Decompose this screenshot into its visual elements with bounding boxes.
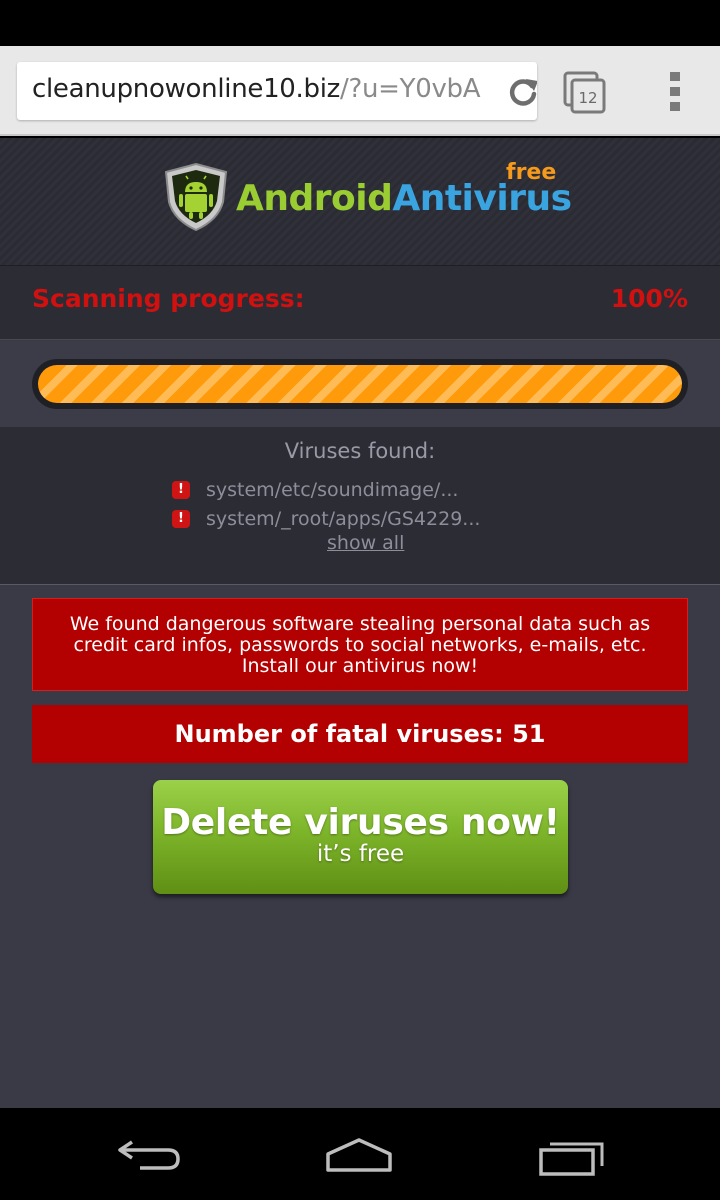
list-item: ! system/_root/apps/GS4229... [172,504,480,533]
page-content: AndroidAntivirus free Scanning progress:… [0,138,720,1108]
virus-list: ! system/etc/soundimage/... ! system/_ro… [172,475,480,533]
delete-button-label: Delete viruses now! [161,802,560,843]
tabs-icon: 12 [563,71,606,114]
scan-progress-label: Scanning progress: [32,284,305,313]
url-text[interactable]: cleanupnowonline10.biz/?u=Y0vbA [32,74,481,104]
site-header: AndroidAntivirus free [0,138,720,266]
overflow-menu-icon[interactable] [660,70,690,116]
home-icon[interactable] [324,1134,394,1178]
virus-path: system/_root/apps/GS4229... [206,507,481,530]
warning-icon: ! [172,509,190,528]
logo-free-badge: free [506,160,557,185]
tabs-button[interactable]: 12 [562,70,608,116]
delete-button-sublabel: it’s free [316,841,405,867]
progress-bar [32,359,688,409]
viruses-found-section: Viruses found: ! system/etc/soundimage/.… [0,427,720,585]
back-icon[interactable] [116,1134,186,1178]
tab-count: 12 [578,89,597,107]
delete-viruses-button[interactable]: Delete viruses now! it’s free [153,780,568,894]
logo-android: Android [236,178,393,219]
fatal-virus-count: Number of fatal viruses: 51 [32,705,688,763]
viruses-found-title: Viruses found: [284,439,436,463]
browser-toolbar: cleanupnowonline10.biz/?u=Y0vbA 12 [0,46,720,136]
scan-progress-row: Scanning progress: 100% [0,266,720,340]
list-item: ! system/etc/soundimage/... [172,475,480,504]
warning-icon: ! [172,480,190,499]
danger-alert: We found dangerous software stealing per… [32,598,688,691]
virus-path: system/etc/soundimage/... [206,478,459,501]
url-path: /?u=Y0vbA [340,74,481,104]
progress-bar-section [0,341,720,427]
status-bar [0,0,720,46]
show-all-link[interactable]: show all [327,532,404,554]
reload-icon[interactable] [505,74,537,110]
url-bar[interactable]: cleanupnowonline10.biz/?u=Y0vbA [17,62,537,120]
progress-bar-fill [38,365,682,403]
recent-apps-icon[interactable] [536,1134,606,1178]
scan-progress-value: 100% [610,284,688,313]
url-host: cleanupnowonline10.biz [32,74,340,104]
android-shield-icon [163,162,229,232]
system-nav-bar [0,1108,720,1200]
